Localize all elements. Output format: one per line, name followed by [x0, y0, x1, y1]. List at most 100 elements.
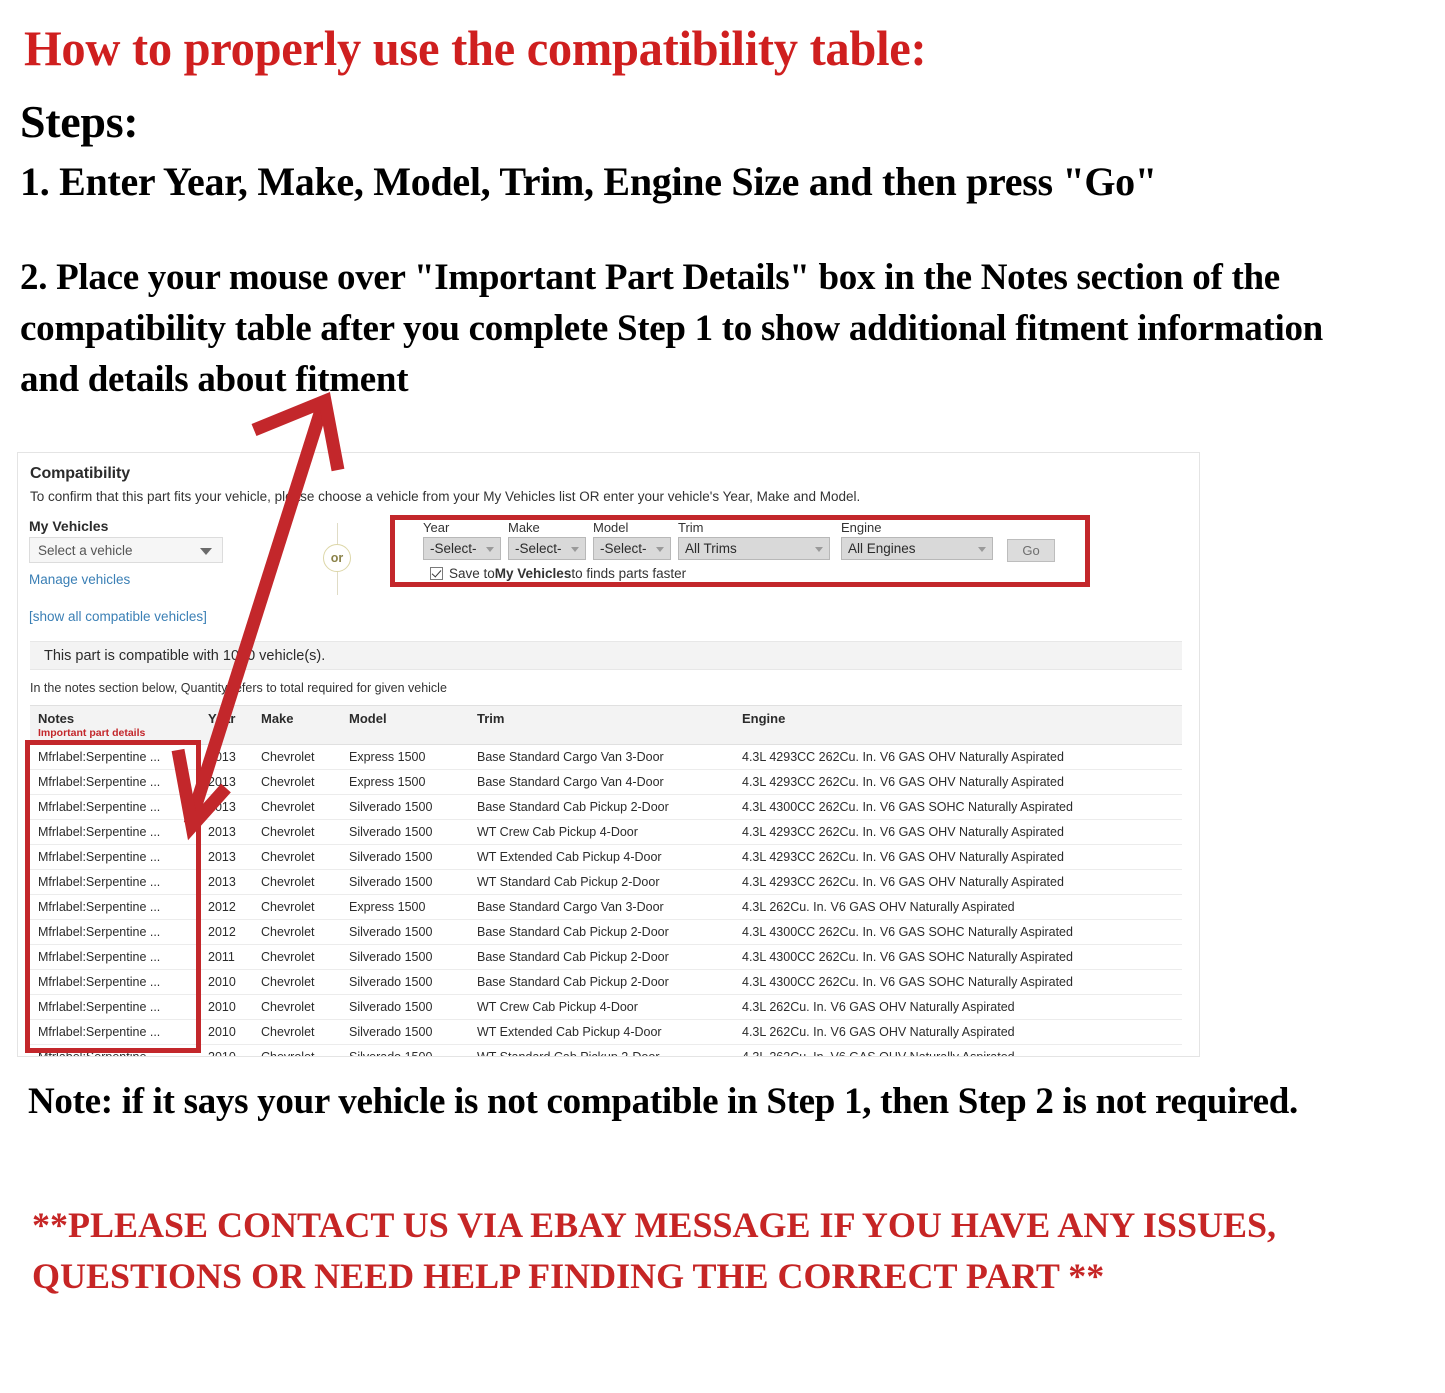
trim-select[interactable]: All Trims: [678, 537, 830, 560]
step-2-text: 2. Place your mouse over "Important Part…: [20, 257, 1323, 400]
compatibility-heading: Compatibility: [30, 465, 131, 482]
cell-trim: WT Crew Cab Pickup 4-Door: [469, 819, 734, 845]
chevron-down-icon: [815, 547, 823, 552]
cell-notes[interactable]: Mfrlabel:Serpentine ...: [30, 794, 200, 820]
my-vehicles-label: My Vehicles: [29, 518, 109, 534]
fitment-table-body: Mfrlabel:Serpentine ... 2013 Chevrolet Expr…: [30, 744, 1182, 1056]
table-row: Mfrlabel:Serpentine ... 2010 Chevrolet Silv…: [30, 969, 1182, 995]
cell-trim: Base Standard Cab Pickup 2-Door: [469, 919, 734, 945]
page-title: How to properly use the compatibility ta…: [24, 20, 927, 76]
table-row: Mfrlabel:Serpentine ... 2013 Chevrolet Expr…: [30, 744, 1182, 770]
or-divider: or: [318, 523, 358, 595]
save-to-my-vehicles-row[interactable]: Save to My Vehicles to finds parts faste…: [430, 566, 686, 581]
year-select[interactable]: -Select-: [423, 537, 501, 560]
fitment-table: Notes Important part details Year Make M…: [30, 705, 1182, 1056]
cell-year: 2010: [200, 994, 253, 1020]
cell-trim: WT Extended Cab Pickup 4-Door: [469, 844, 734, 870]
manage-vehicles-link[interactable]: Manage vehicles: [29, 572, 130, 587]
cell-trim: WT Standard Cab Pickup 2-Door: [469, 1044, 734, 1056]
model-select-value: -Select-: [600, 541, 647, 556]
chevron-down-icon: [656, 547, 664, 552]
cell-make: Chevrolet: [253, 969, 341, 995]
cell-engine: 4.3L 4293CC 262Cu. In. V6 GAS OHV Natura…: [734, 769, 1182, 795]
cell-model: Silverado 1500: [341, 869, 469, 895]
cell-year: 2012: [200, 894, 253, 920]
cell-notes[interactable]: Mfrlabel:Serpentine ...: [30, 1044, 200, 1056]
cell-trim: Base Standard Cargo Van 3-Door: [469, 894, 734, 920]
cell-model: Express 1500: [341, 769, 469, 795]
cell-engine: 4.3L 4300CC 262Cu. In. V6 GAS SOHC Natur…: [734, 944, 1182, 970]
cell-model: Express 1500: [341, 894, 469, 920]
column-header-notes: Notes Important part details: [30, 705, 200, 745]
important-part-details-label: Important part details: [38, 727, 146, 739]
cell-engine: 4.3L 262Cu. In. V6 GAS OHV Naturally Asp…: [734, 1019, 1182, 1045]
cell-trim: Base Standard Cab Pickup 2-Door: [469, 944, 734, 970]
cell-engine: 4.3L 4293CC 262Cu. In. V6 GAS OHV Natura…: [734, 869, 1182, 895]
save-to-my-vehicles-checkbox[interactable]: [430, 567, 443, 580]
cell-engine: 4.3L 4300CC 262Cu. In. V6 GAS SOHC Natur…: [734, 794, 1182, 820]
quantity-note: In the notes section below, Quantity ref…: [30, 681, 447, 695]
table-row: Mfrlabel:Serpentine ... 2010 Chevrolet Silv…: [30, 1044, 1182, 1056]
cell-notes[interactable]: Mfrlabel:Serpentine ...: [30, 1019, 200, 1045]
table-row: Mfrlabel:Serpentine ... 2013 Chevrolet Expr…: [30, 769, 1182, 795]
note-text: Note: if it says your vehicle is not com…: [28, 1081, 1298, 1122]
step-1-text: 1. Enter Year, Make, Model, Trim, Engine…: [20, 159, 1157, 204]
show-all-compatible-vehicles-link[interactable]: [show all compatible vehicles]: [29, 609, 207, 624]
cell-notes[interactable]: Mfrlabel:Serpentine ...: [30, 969, 200, 995]
cell-notes[interactable]: Mfrlabel:Serpentine ...: [30, 744, 200, 770]
cell-notes[interactable]: Mfrlabel:Serpentine ...: [30, 869, 200, 895]
cell-year: 2010: [200, 1044, 253, 1056]
cell-year: 2010: [200, 1019, 253, 1045]
cell-notes[interactable]: Mfrlabel:Serpentine ...: [30, 919, 200, 945]
trim-field: Trim All Trims: [678, 520, 830, 560]
cell-year: 2011: [200, 944, 253, 970]
cell-notes[interactable]: Mfrlabel:Serpentine ...: [30, 769, 200, 795]
cell-engine: 4.3L 4293CC 262Cu. In. V6 GAS OHV Natura…: [734, 819, 1182, 845]
cell-make: Chevrolet: [253, 769, 341, 795]
cell-year: 2013: [200, 744, 253, 770]
compatibility-panel: Compatibility To confirm that this part …: [17, 452, 1200, 1057]
cell-engine: 4.3L 262Cu. In. V6 GAS OHV Naturally Asp…: [734, 894, 1182, 920]
go-button[interactable]: Go: [1007, 539, 1055, 562]
cell-year: 2010: [200, 969, 253, 995]
cell-make: Chevrolet: [253, 1019, 341, 1045]
trim-select-value: All Trims: [685, 541, 737, 556]
chevron-down-icon: [486, 547, 494, 552]
cell-make: Chevrolet: [253, 819, 341, 845]
save-text-bold: My Vehicles: [494, 566, 572, 581]
make-select[interactable]: -Select-: [508, 537, 586, 560]
cell-notes[interactable]: Mfrlabel:Serpentine ...: [30, 894, 200, 920]
cell-trim: Base Standard Cargo Van 4-Door: [469, 769, 734, 795]
cell-engine: 4.3L 4293CC 262Cu. In. V6 GAS OHV Natura…: [734, 844, 1182, 870]
model-field: Model -Select-: [593, 520, 671, 560]
or-label: or: [323, 544, 351, 572]
cell-trim: Base Standard Cab Pickup 2-Door: [469, 969, 734, 995]
engine-select-value: All Engines: [848, 541, 916, 556]
column-header-notes-label: Notes: [38, 711, 75, 726]
table-header-row: Notes Important part details Year Make M…: [30, 705, 1182, 745]
cell-notes[interactable]: Mfrlabel:Serpentine ...: [30, 994, 200, 1020]
cell-engine: 4.3L 262Cu. In. V6 GAS OHV Naturally Asp…: [734, 994, 1182, 1020]
column-header-engine: Engine: [734, 705, 1182, 745]
engine-select[interactable]: All Engines: [841, 537, 993, 560]
cell-make: Chevrolet: [253, 794, 341, 820]
cell-engine: 4.3L 4293CC 262Cu. In. V6 GAS OHV Natura…: [734, 744, 1182, 770]
cell-year: 2013: [200, 794, 253, 820]
cell-model: Silverado 1500: [341, 919, 469, 945]
cell-make: Chevrolet: [253, 744, 341, 770]
table-row: Mfrlabel:Serpentine ... 2010 Chevrolet Silv…: [30, 994, 1182, 1020]
cell-notes[interactable]: Mfrlabel:Serpentine ...: [30, 844, 200, 870]
table-row: Mfrlabel:Serpentine ... 2010 Chevrolet Silv…: [30, 1019, 1182, 1045]
my-vehicles-select[interactable]: Select a vehicle: [29, 537, 223, 563]
table-row: Mfrlabel:Serpentine ... 2012 Chevrolet Expr…: [30, 894, 1182, 920]
cell-year: 2013: [200, 819, 253, 845]
model-label: Model: [593, 520, 629, 535]
cell-notes[interactable]: Mfrlabel:Serpentine ...: [30, 819, 200, 845]
column-header-year: Year: [200, 705, 253, 745]
model-select[interactable]: -Select-: [593, 537, 671, 560]
cell-make: Chevrolet: [253, 919, 341, 945]
cell-notes[interactable]: Mfrlabel:Serpentine ...: [30, 944, 200, 970]
cell-year: 2013: [200, 869, 253, 895]
cell-model: Silverado 1500: [341, 969, 469, 995]
cell-make: Chevrolet: [253, 844, 341, 870]
